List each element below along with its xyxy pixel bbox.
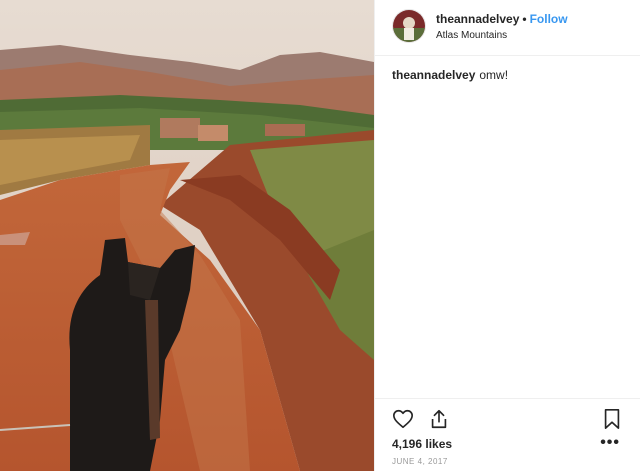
post-sidebar: theannadelvey • Follow Atlas Mountains the… xyxy=(374,0,640,471)
more-options-icon[interactable]: ••• xyxy=(600,434,620,452)
header-text: theannadelvey • Follow Atlas Mountains xyxy=(436,12,568,43)
instagram-post: theannadelvey • Follow Atlas Mountains the… xyxy=(0,0,640,471)
follow-button[interactable]: Follow xyxy=(530,12,568,26)
separator-dot: • xyxy=(522,12,527,26)
post-photo[interactable] xyxy=(0,0,374,471)
post-caption: theannadelvey omw! xyxy=(392,67,508,83)
heart-icon[interactable] xyxy=(392,408,414,430)
post-date: JUNE 4, 2017 xyxy=(392,457,448,466)
action-bar xyxy=(375,398,640,439)
caption-text: omw! xyxy=(479,68,509,82)
avatar-image xyxy=(393,10,425,42)
post-header: theannadelvey • Follow Atlas Mountains xyxy=(375,0,640,56)
avatar[interactable] xyxy=(392,9,426,43)
bookmark-icon[interactable] xyxy=(602,408,622,430)
mountain-trail-photo xyxy=(0,0,374,471)
likes-count[interactable]: 4,196 likes xyxy=(392,437,452,451)
share-icon[interactable] xyxy=(428,408,450,430)
username-link[interactable]: theannadelvey xyxy=(436,12,519,26)
location-link[interactable]: Atlas Mountains xyxy=(436,28,568,43)
caption-username[interactable]: theannadelvey xyxy=(392,68,475,82)
